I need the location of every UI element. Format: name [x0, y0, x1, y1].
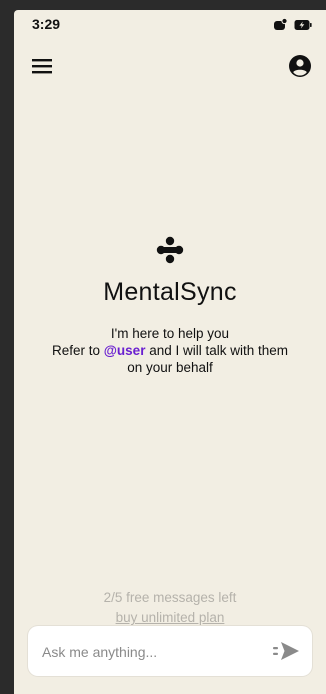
message-quota: 2/5 free messages left buy unlimited pla…	[14, 588, 326, 628]
app-title: MentalSync	[103, 278, 237, 306]
tagline-prefix: Refer to	[51, 343, 104, 358]
send-icon[interactable]	[272, 640, 300, 662]
account-circle-icon[interactable]	[288, 54, 312, 78]
hamburger-menu-icon[interactable]	[30, 54, 54, 78]
status-time: 3:29	[32, 16, 61, 32]
status-icons	[273, 18, 312, 31]
tagline-line-2: Refer to @user and I will talk with them	[14, 342, 326, 359]
message-input[interactable]	[40, 626, 264, 678]
tagline: I'm here to help you Refer to @user and …	[14, 325, 326, 376]
app-screen: 3:29 MentalSync I'm here to help you Ref…	[14, 10, 326, 694]
tagline-line-3: on your behalf	[127, 360, 213, 375]
four-dot-logo-icon	[156, 236, 184, 264]
tagline-line-1: I'm here to help you	[110, 326, 230, 341]
battery-charging-icon	[294, 19, 312, 30]
top-app-bar	[14, 50, 326, 84]
buy-unlimited-plan-link[interactable]: buy unlimited plan	[116, 610, 225, 625]
tagline-suffix: and I will talk with them	[145, 343, 289, 358]
status-bar: 3:29	[14, 10, 326, 42]
user-mention: @user	[103, 343, 146, 358]
free-messages-left: 2/5 free messages left	[103, 590, 237, 605]
message-composer	[28, 626, 312, 678]
welcome-hero: MentalSync I'm here to help you Refer to…	[14, 236, 326, 376]
notification-badge-icon	[274, 18, 288, 30]
